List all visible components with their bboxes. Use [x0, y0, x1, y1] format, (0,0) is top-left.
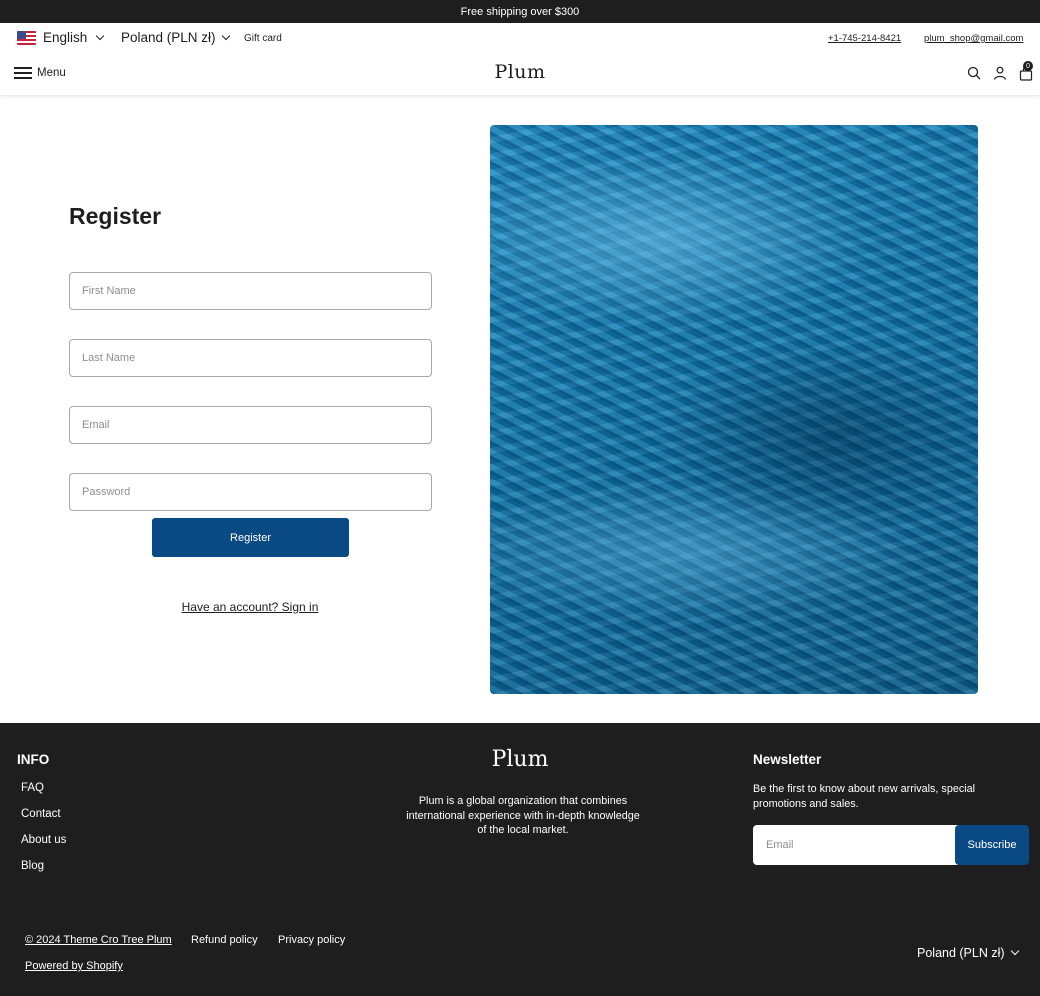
footer-currency-label: Poland (PLN zł) [917, 946, 1005, 960]
newsletter-email-input[interactable] [753, 825, 963, 865]
subscribe-button[interactable]: Subscribe [955, 825, 1029, 865]
newsletter-description: Be the first to know about new arrivals,… [753, 783, 976, 810]
email-link[interactable]: plum_shop@gmail.com [924, 33, 1023, 44]
footer-link-blog[interactable]: Blog [21, 860, 44, 872]
gift-card-link[interactable]: Gift card [244, 33, 282, 44]
copyright-link[interactable]: © 2024 Theme Cro Tree Plum [25, 934, 172, 946]
first-name-field[interactable] [69, 272, 432, 310]
language-selector[interactable]: English [17, 30, 105, 45]
cart-icon[interactable]: 0 [1019, 61, 1033, 81]
currency-selector[interactable]: Poland (PLN zł) [121, 30, 230, 45]
register-button[interactable]: Register [152, 518, 349, 557]
privacy-policy-link[interactable]: Privacy policy [278, 934, 345, 946]
utility-bar: English Poland (PLN zł) Gift card +1-745… [0, 23, 1040, 53]
chevron-down-icon [1010, 946, 1019, 956]
site-logo[interactable]: Plum [0, 61, 1040, 83]
account-icon[interactable] [993, 66, 1007, 80]
site-footer: INFO FAQ Contact About us Blog Plum Plum… [0, 723, 1040, 996]
footer-link-contact[interactable]: Contact [21, 808, 61, 820]
signin-container: Have an account? Sign in [0, 600, 500, 614]
password-field[interactable] [69, 473, 432, 511]
refund-policy-link[interactable]: Refund policy [191, 934, 258, 946]
page-title: Register [69, 203, 162, 229]
newsletter-title: Newsletter [753, 752, 822, 767]
currency-label: Poland (PLN zł) [121, 30, 216, 45]
hero-image [490, 125, 978, 694]
signin-link[interactable]: Have an account? Sign in [182, 600, 319, 614]
footer-description: Plum is a global organization that combi… [406, 795, 640, 836]
footer-link-faq[interactable]: FAQ [21, 782, 44, 794]
chevron-down-icon [221, 31, 230, 40]
site-header: Menu Plum 0 [0, 53, 1040, 96]
email-field[interactable] [69, 406, 432, 444]
footer-link-about[interactable]: About us [21, 834, 66, 846]
powered-by-link[interactable]: Powered by Shopify [25, 960, 123, 972]
search-icon[interactable] [967, 66, 981, 80]
cart-count-badge: 0 [1023, 61, 1033, 71]
announcement-bar: Free shipping over $300 [0, 0, 1040, 23]
announcement-text: Free shipping over $300 [460, 5, 580, 18]
footer-currency-selector[interactable]: Poland (PLN zł) [917, 946, 1019, 960]
footer-logo: Plum [491, 747, 549, 772]
flag-us-icon [17, 30, 36, 45]
phone-link[interactable]: +1-745-214-8421 [828, 33, 901, 44]
language-label: English [43, 30, 88, 45]
chevron-down-icon [96, 31, 105, 40]
last-name-field[interactable] [69, 339, 432, 377]
